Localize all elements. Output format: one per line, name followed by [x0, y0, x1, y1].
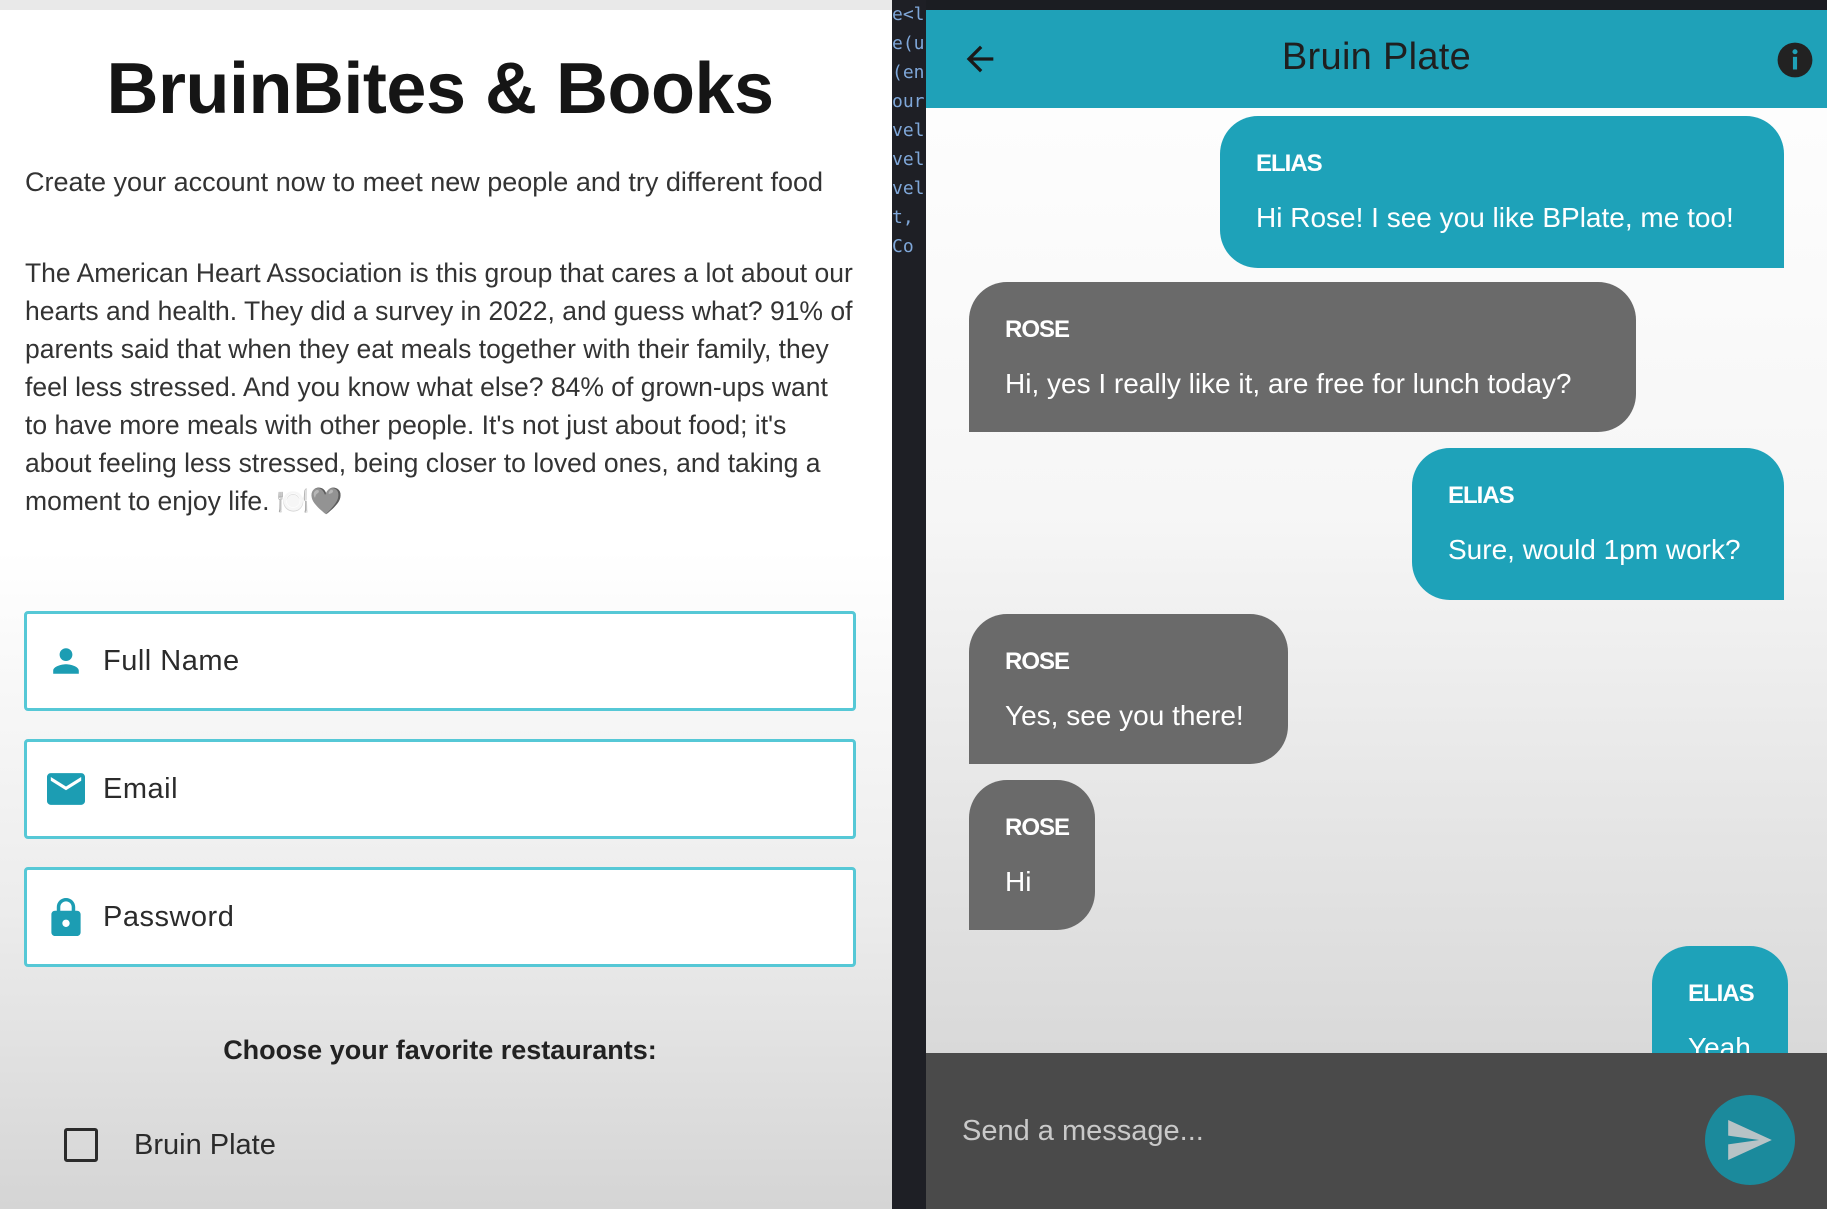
message-sender: ROSE — [1005, 648, 1070, 675]
signup-panel: BruinBites & Books Create your account n… — [0, 0, 892, 1209]
restaurant-checkbox[interactable] — [64, 1128, 98, 1162]
message-text: Hi Rose! I see you like BPlate, me too! — [1256, 202, 1734, 233]
send-button[interactable] — [1705, 1095, 1795, 1185]
code-line: vel — [892, 178, 925, 199]
message-text: Yes, see you there! — [1005, 700, 1244, 731]
code-editor-strip: e<l e(u (en our vel vel vel t, Co — [892, 0, 926, 1209]
code-line: e(u — [892, 33, 925, 54]
full-name-field[interactable] — [24, 611, 856, 711]
signup-subtitle: Create your account now to meet new peop… — [25, 167, 823, 197]
app-title: BruinBites & Books — [106, 49, 774, 129]
restaurant-option[interactable]: Bruin Plate — [64, 1128, 276, 1162]
restaurant-label: Bruin Plate — [134, 1128, 276, 1161]
code-line: vel — [892, 149, 925, 170]
intro-paragraph: The American Heart Association is this g… — [25, 258, 853, 516]
message-bubble: ROSE Yes, see you there! — [969, 614, 1288, 764]
code-line: Co — [892, 236, 914, 257]
message-sender: ROSE — [1005, 316, 1070, 343]
full-name-input[interactable] — [103, 644, 803, 678]
restaurants-heading: Choose your favorite restaurants: — [223, 1035, 657, 1065]
message-sender: ROSE — [1005, 814, 1070, 841]
message-sender: ELIAS — [1688, 980, 1755, 1007]
send-icon — [1728, 1120, 1772, 1160]
message-composer — [926, 1053, 1827, 1209]
code-line: vel — [892, 120, 925, 141]
message-bubble: ROSE Hi — [969, 780, 1095, 930]
message-text: Hi — [1005, 866, 1032, 897]
email-field[interactable] — [24, 739, 856, 839]
code-line: (en — [892, 62, 925, 83]
chat-panel: Bruin Plate ELIAS Hi Rose! I see you lik… — [926, 10, 1827, 1209]
email-input[interactable] — [103, 772, 803, 806]
info-icon[interactable] — [1776, 41, 1814, 79]
code-line: e<l — [892, 4, 925, 25]
code-line: our — [892, 91, 925, 112]
password-input[interactable] — [103, 900, 803, 934]
message-bubble: ELIAS Hi Rose! I see you like BPlate, me… — [1220, 116, 1784, 268]
message-text: Sure, would 1pm work? — [1448, 534, 1741, 565]
chat-title: Bruin Plate — [1281, 36, 1472, 78]
password-field[interactable] — [24, 867, 856, 967]
mail-icon — [45, 769, 87, 809]
lock-icon — [45, 897, 87, 937]
person-icon — [45, 641, 87, 681]
message-input[interactable] — [962, 1111, 1682, 1151]
code-line: t, — [892, 207, 914, 228]
message-sender: ELIAS — [1256, 150, 1323, 177]
message-bubble: ROSE Hi, yes I really like it, are free … — [969, 282, 1636, 432]
message-text: Hi, yes I really like it, are free for l… — [1005, 368, 1572, 399]
message-bubble: ELIAS Sure, would 1pm work? — [1412, 448, 1784, 600]
chat-header: Bruin Plate — [926, 10, 1827, 108]
message-sender: ELIAS — [1448, 482, 1515, 509]
